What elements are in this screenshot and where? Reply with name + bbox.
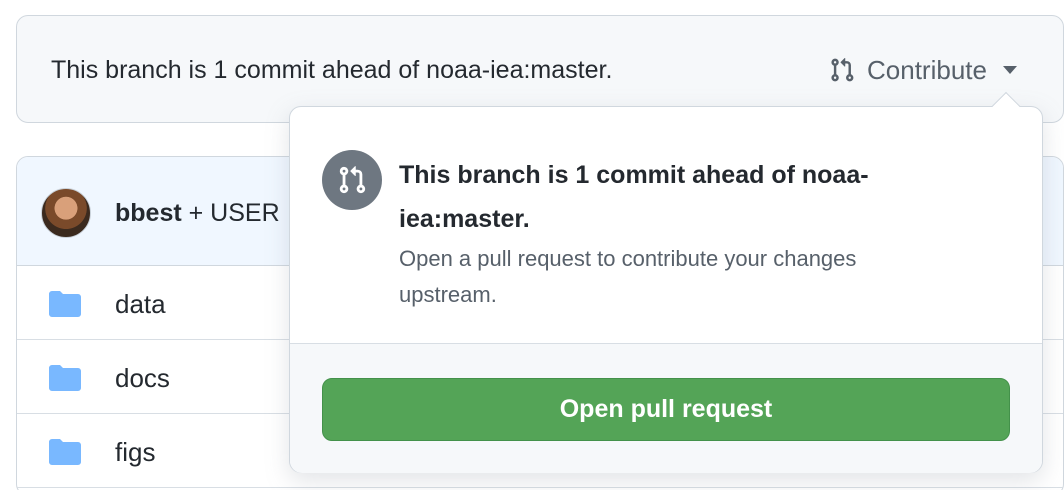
file-name-link[interactable]: data xyxy=(115,289,166,320)
popover-title: This branch is 1 commit ahead of noaa-ie… xyxy=(399,161,869,233)
folder-icon xyxy=(49,365,81,391)
folder-icon xyxy=(49,439,81,465)
file-name-link[interactable]: docs xyxy=(115,363,170,394)
pull-request-icon-badge xyxy=(322,150,382,210)
popover-footer: Open pull request xyxy=(290,343,1042,473)
pull-request-icon xyxy=(831,57,854,82)
avatar[interactable] xyxy=(41,188,91,238)
commit-coauthor: + USER xyxy=(181,199,280,227)
contribute-dropdown-button[interactable]: Contribute xyxy=(829,52,1017,88)
commit-author-link[interactable]: bbest xyxy=(115,199,182,227)
caret-down-icon xyxy=(1002,66,1017,74)
contribute-popover: This branch is 1 commit ahead of noaa-ie… xyxy=(289,91,1043,473)
commit-authors: bbest + USER xyxy=(115,199,280,228)
contribute-label: Contribute xyxy=(867,54,987,85)
pull-request-icon xyxy=(339,166,366,194)
open-pull-request-button[interactable]: Open pull request xyxy=(322,378,1010,441)
file-name-link[interactable]: figs xyxy=(115,437,155,468)
popover-description: Open a pull request to contribute your c… xyxy=(399,246,857,307)
folder-icon xyxy=(49,291,81,317)
branch-status-text: This branch is 1 commit ahead of noaa-ie… xyxy=(51,56,613,84)
